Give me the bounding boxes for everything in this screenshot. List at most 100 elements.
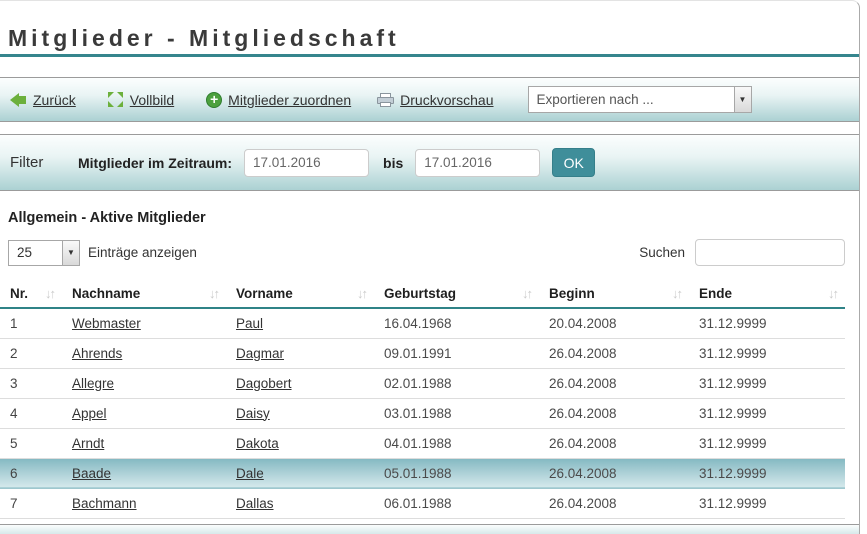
nachname-link[interactable]: Webmaster — [72, 316, 141, 331]
cell-vorname: Dale — [226, 458, 374, 489]
printer-icon — [377, 92, 395, 107]
table-row[interactable]: 4 Appel Daisy 03.01.1988 26.04.2008 31.1… — [0, 398, 845, 429]
members-table: Nr. ↓↑ Nachname ↓↑ Vorname ↓↑ Geburtstag ↓↑ … — [0, 282, 845, 519]
search-input[interactable] — [695, 239, 845, 266]
cell-beginn: 26.04.2008 — [539, 488, 689, 519]
column-header-ende[interactable]: Ende ↓↑ — [689, 282, 845, 309]
cell-beginn: 26.04.2008 — [539, 398, 689, 429]
sort-icon[interactable]: ↓↑ — [522, 286, 533, 301]
sort-icon[interactable]: ↓↑ — [828, 286, 839, 301]
nachname-link[interactable]: Baade — [72, 466, 111, 481]
cell-nachname: Baade — [62, 458, 226, 489]
cell-nr: 5 — [0, 428, 62, 459]
cell-geburtstag: 09.01.1991 — [374, 338, 539, 369]
page-size-select[interactable]: 25 ▼ — [8, 239, 80, 266]
table-row[interactable]: 3 Allegre Dagobert 02.01.1988 26.04.2008… — [0, 368, 845, 399]
sort-icon[interactable]: ↓↑ — [357, 286, 368, 301]
cell-vorname: Dallas — [226, 488, 374, 519]
cell-ende: 31.12.9999 — [689, 458, 845, 489]
cell-vorname: Dakota — [226, 428, 374, 459]
nachname-link[interactable]: Allegre — [72, 376, 114, 391]
column-header-beginn[interactable]: Beginn ↓↑ — [539, 282, 689, 309]
vorname-link[interactable]: Dallas — [236, 496, 274, 511]
cell-ende: 31.12.9999 — [689, 338, 845, 369]
cell-nr: 4 — [0, 398, 62, 429]
table-header-row: Nr. ↓↑ Nachname ↓↑ Vorname ↓↑ Geburtstag ↓↑ … — [0, 282, 845, 309]
cell-nachname: Appel — [62, 398, 226, 429]
cell-beginn: 20.04.2008 — [539, 308, 689, 339]
sort-icon[interactable]: ↓↑ — [209, 286, 220, 301]
cell-geburtstag: 16.04.1968 — [374, 308, 539, 339]
fullscreen-button[interactable]: Vollbild — [107, 91, 174, 108]
cell-ende: 31.12.9999 — [689, 308, 845, 339]
page-container: Mitglieder - Mitgliedschaft Zurück Vollb… — [0, 0, 860, 534]
vorname-link[interactable]: Dale — [236, 466, 264, 481]
table-row[interactable]: 7 Bachmann Dallas 06.01.1988 26.04.2008 … — [0, 488, 845, 519]
cell-geburtstag: 02.01.1988 — [374, 368, 539, 399]
title-bar: Mitglieder - Mitgliedschaft — [0, 26, 859, 57]
vorname-link[interactable]: Dakota — [236, 436, 279, 451]
filter-bar: Filter Mitglieder im Zeitraum: bis OK — [0, 134, 859, 191]
nachname-link[interactable]: Ahrends — [72, 346, 122, 361]
cell-nr: 3 — [0, 368, 62, 399]
sort-icon[interactable]: ↓↑ — [672, 286, 683, 301]
cell-nachname: Arndt — [62, 428, 226, 459]
plus-circle-icon: + — [206, 91, 223, 108]
toolbar: Zurück Vollbild + Mitglieder zuordnen Dr… — [0, 77, 859, 122]
cell-nr: 6 — [0, 458, 62, 489]
cell-nr: 2 — [0, 338, 62, 369]
cell-beginn: 26.04.2008 — [539, 368, 689, 399]
cell-geburtstag: 05.01.1988 — [374, 458, 539, 489]
cell-beginn: 26.04.2008 — [539, 458, 689, 489]
cell-vorname: Dagobert — [226, 368, 374, 399]
nachname-link[interactable]: Bachmann — [72, 496, 137, 511]
column-header-nachname[interactable]: Nachname ↓↑ — [62, 282, 226, 309]
page-title: Mitglieder - Mitgliedschaft — [8, 25, 400, 51]
back-arrow-icon — [10, 92, 27, 107]
dropdown-arrow-icon: ▼ — [62, 240, 79, 265]
ok-button[interactable]: OK — [552, 148, 596, 177]
back-label: Zurück — [33, 91, 76, 108]
column-header-geburtstag[interactable]: Geburtstag ↓↑ — [374, 282, 539, 309]
table-body: 1 Webmaster Paul 16.04.1968 20.04.2008 3… — [0, 308, 845, 519]
vorname-link[interactable]: Dagmar — [236, 346, 284, 361]
table-row[interactable]: 1 Webmaster Paul 16.04.1968 20.04.2008 3… — [0, 308, 845, 339]
vorname-link[interactable]: Paul — [236, 316, 263, 331]
vorname-link[interactable]: Daisy — [236, 406, 270, 421]
section-heading: Allgemein - Aktive Mitglieder — [8, 210, 206, 226]
cell-ende: 31.12.9999 — [689, 488, 845, 519]
export-select[interactable]: Exportieren nach ... ▼ — [527, 86, 752, 113]
date-range-label: Mitglieder im Zeitraum: — [78, 154, 233, 171]
bis-label: bis — [383, 154, 404, 171]
dropdown-arrow-icon: ▼ — [733, 87, 751, 112]
nachname-link[interactable]: Appel — [72, 406, 107, 421]
cell-nachname: Webmaster — [62, 308, 226, 339]
print-preview-button[interactable]: Druckvorschau — [377, 92, 494, 108]
assign-members-button[interactable]: + Mitglieder zuordnen — [206, 91, 352, 108]
page-size-value: 25 — [17, 245, 33, 260]
vorname-link[interactable]: Dagobert — [236, 376, 292, 391]
assign-members-label: Mitglieder zuordnen — [228, 91, 352, 108]
date-from-input[interactable] — [244, 148, 370, 177]
cell-nachname: Ahrends — [62, 338, 226, 369]
table-row[interactable]: 2 Ahrends Dagmar 09.01.1991 26.04.2008 3… — [0, 338, 845, 369]
nachname-link[interactable]: Arndt — [72, 436, 104, 451]
date-to-input[interactable] — [415, 148, 541, 177]
cell-nr: 1 — [0, 308, 62, 339]
table-row[interactable]: 5 Arndt Dakota 04.01.1988 26.04.2008 31.… — [0, 428, 845, 459]
column-header-nr[interactable]: Nr. ↓↑ — [0, 282, 62, 309]
fullscreen-icon — [107, 91, 124, 108]
filter-label: Filter — [10, 154, 44, 171]
search-label: Suchen — [639, 245, 685, 260]
cell-vorname: Daisy — [226, 398, 374, 429]
cell-vorname: Paul — [226, 308, 374, 339]
entries-label: Einträge anzeigen — [88, 245, 197, 260]
cell-beginn: 26.04.2008 — [539, 428, 689, 459]
sort-icon[interactable]: ↓↑ — [45, 286, 56, 301]
table-row[interactable]: 6 Baade Dale 05.01.1988 26.04.2008 31.12… — [0, 458, 845, 489]
cell-nachname: Bachmann — [62, 488, 226, 519]
cell-ende: 31.12.9999 — [689, 428, 845, 459]
cell-ende: 31.12.9999 — [689, 398, 845, 429]
column-header-vorname[interactable]: Vorname ↓↑ — [226, 282, 374, 309]
back-button[interactable]: Zurück — [10, 92, 76, 108]
